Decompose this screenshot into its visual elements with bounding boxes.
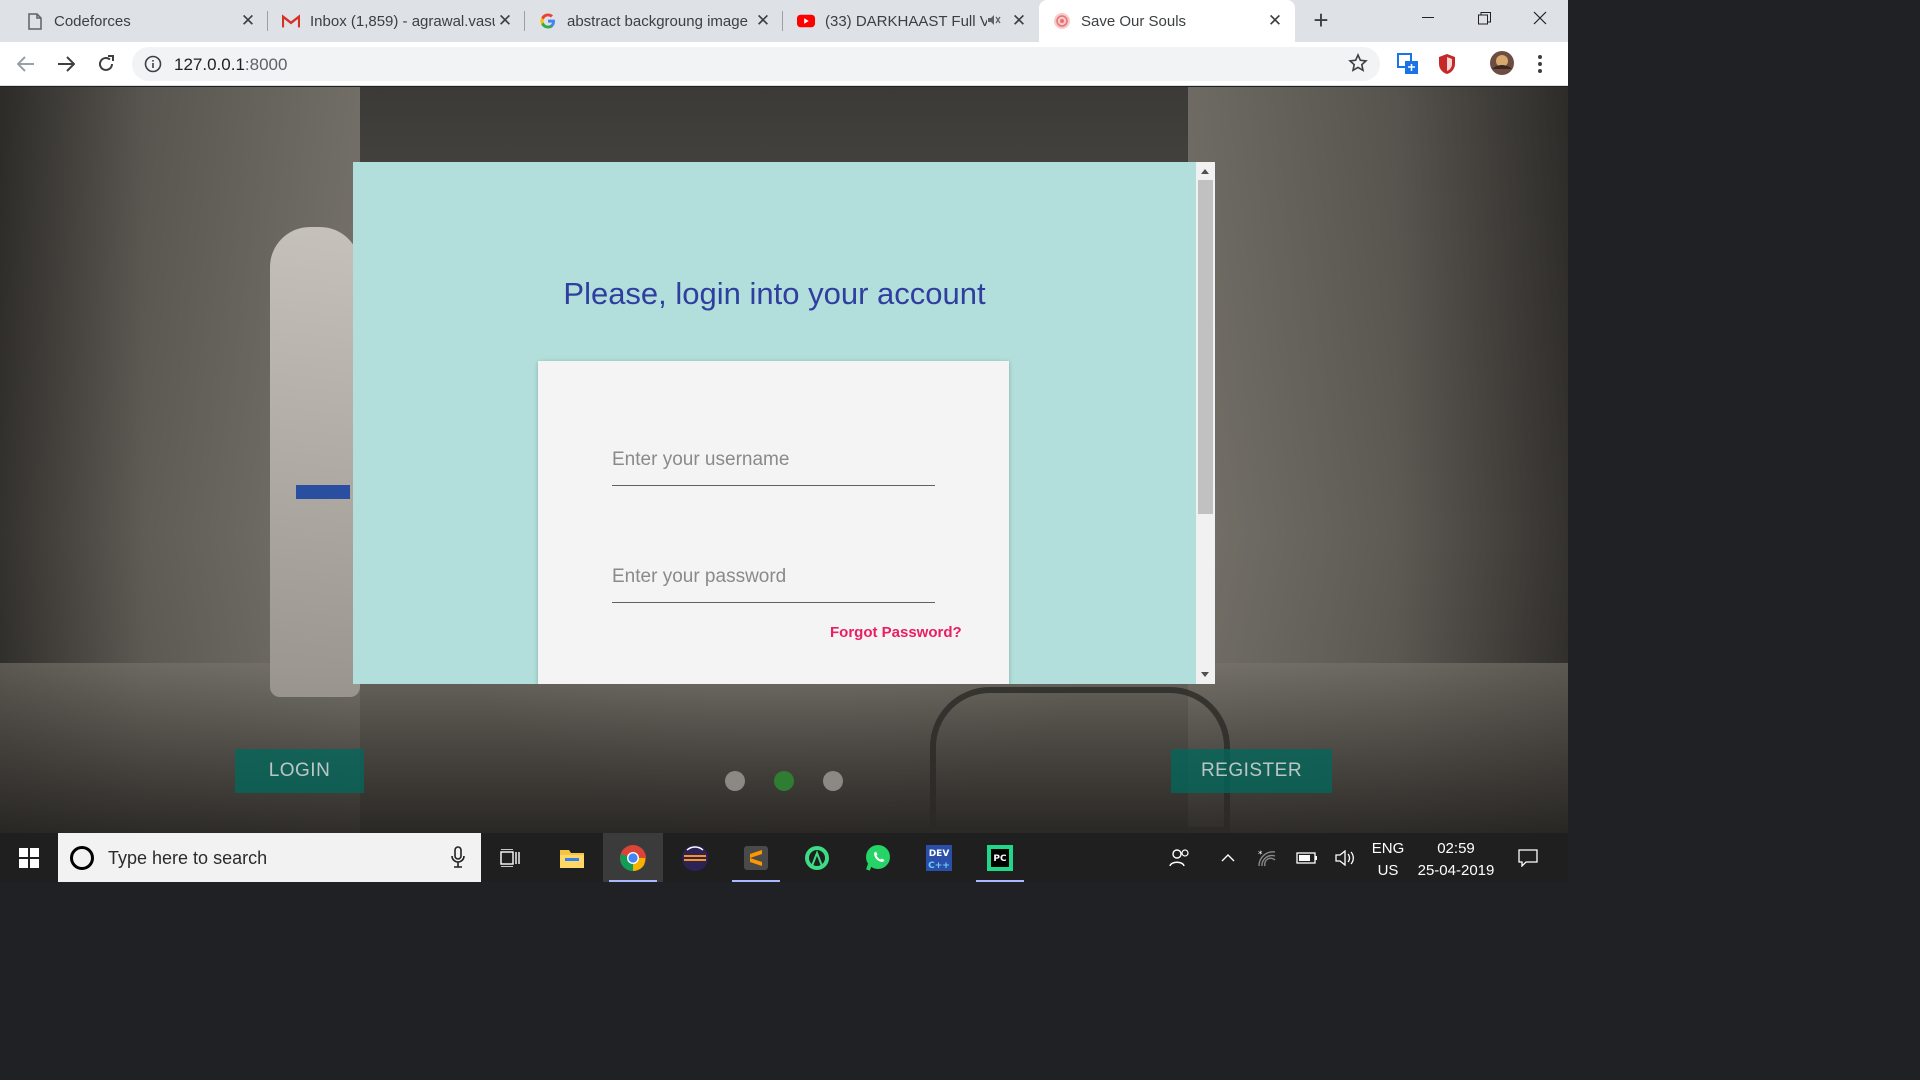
keyboard-region: US (1377, 862, 1399, 879)
google-icon (539, 12, 557, 30)
carousel-dot-2-active[interactable] (774, 771, 794, 791)
svg-text:*: * (1258, 850, 1263, 860)
url-text: 127.0.0.1:8000 (174, 55, 287, 75)
microphone-icon[interactable] (451, 846, 465, 873)
new-tab-icon[interactable]: + (1308, 7, 1334, 34)
scroll-down-arrow-icon[interactable] (1201, 672, 1209, 677)
restore-icon[interactable] (1456, 0, 1512, 36)
url-port: :8000 (244, 55, 288, 74)
background-nurse-belt (296, 485, 350, 499)
tab-title: Save Our Souls (1081, 12, 1187, 30)
url-host: 127.0.0.1 (174, 55, 245, 74)
whatsapp-icon[interactable] (848, 833, 908, 882)
close-tab-icon[interactable]: ✕ (1009, 11, 1029, 31)
chrome-taskbar-icon[interactable] (603, 833, 663, 882)
register-button[interactable]: REGISTER (1171, 749, 1332, 793)
cortana-icon (70, 846, 94, 870)
document-icon (26, 12, 44, 30)
password-input[interactable] (612, 551, 935, 603)
youtube-icon (797, 12, 815, 30)
carousel-dot-1[interactable] (725, 771, 745, 791)
tab-save-our-souls[interactable]: Save Our Souls ✕ (1039, 0, 1295, 42)
close-tab-icon[interactable]: ✕ (1265, 11, 1285, 31)
clock-time: 02:59 (1437, 840, 1475, 857)
task-view-icon[interactable] (481, 833, 541, 882)
windows-taskbar: Type here to search DEV C++ PC * ENG US … (0, 833, 1568, 882)
taskbar-search-box[interactable]: Type here to search (58, 833, 481, 882)
tab-title: Inbox (1,859) - agrawal.vasu (310, 12, 495, 30)
tab-codeforces[interactable]: Codeforces ✕ (0, 0, 268, 42)
shield-extension-icon[interactable] (1435, 52, 1459, 76)
language-code: ENG (1371, 840, 1405, 857)
language-indicator[interactable]: ENG US (1366, 838, 1410, 882)
gmail-icon (282, 12, 300, 30)
battery-icon[interactable] (1292, 833, 1322, 882)
tab-gmail[interactable]: Inbox (1,859) - agrawal.vasu ✕ (268, 0, 525, 42)
pycharm-icon[interactable]: PC (970, 833, 1030, 882)
sublime-text-icon[interactable] (726, 833, 786, 882)
forward-icon[interactable] (52, 50, 80, 78)
dev-cpp-icon[interactable]: DEV C++ (909, 833, 969, 882)
svg-text:PC: PC (993, 854, 1007, 864)
clock-date: 25-04-2019 (1417, 862, 1495, 879)
site-icon (1053, 12, 1071, 30)
browser-toolbar: 127.0.0.1:8000 (0, 42, 1568, 86)
show-hidden-icons-chevron-icon[interactable] (1214, 833, 1242, 882)
tab-title: Codeforces (54, 12, 131, 30)
minimize-icon[interactable] (1400, 0, 1456, 36)
close-tab-icon[interactable]: ✕ (238, 11, 258, 31)
address-bar[interactable]: 127.0.0.1:8000 (132, 47, 1380, 81)
close-tab-icon[interactable]: ✕ (495, 11, 515, 31)
taskbar-clock[interactable]: 02:59 25-04-2019 (1414, 838, 1498, 882)
browser-tab-strip: Codeforces ✕ Inbox (1,859) - agrawal.vas… (0, 0, 1568, 42)
forgot-password-link[interactable]: Forgot Password? (830, 624, 962, 641)
carousel-dot-3[interactable] (823, 771, 843, 791)
scroll-up-arrow-icon[interactable] (1201, 169, 1209, 174)
back-icon[interactable] (12, 50, 40, 78)
windows-start-icon[interactable] (0, 833, 58, 882)
file-explorer-icon[interactable] (542, 833, 602, 882)
translate-extension-icon[interactable] (1396, 52, 1420, 76)
android-studio-icon[interactable] (787, 833, 847, 882)
tab-title: (33) DARKHAAST Full V (825, 12, 987, 30)
site-info-icon[interactable] (144, 55, 162, 78)
reload-icon[interactable] (92, 50, 120, 78)
people-icon[interactable] (1164, 833, 1196, 882)
bookmark-star-icon[interactable] (1348, 53, 1368, 78)
action-center-icon[interactable] (1508, 833, 1548, 882)
login-modal: Please, login into your account Forgot P… (353, 162, 1215, 684)
tab-title: abstract backgroung image (567, 12, 748, 30)
login-form-card: Forgot Password? (538, 361, 1009, 684)
profile-avatar[interactable] (1488, 49, 1516, 77)
login-button[interactable]: LOGIN (235, 749, 364, 793)
tab-youtube[interactable]: (33) DARKHAAST Full V ✕ (783, 0, 1039, 42)
username-input[interactable] (612, 434, 935, 486)
close-tab-icon[interactable]: ✕ (753, 11, 773, 31)
background-floor (0, 663, 1568, 833)
close-window-icon[interactable] (1512, 0, 1568, 36)
eclipse-icon[interactable] (665, 833, 725, 882)
svg-text:C++: C++ (928, 861, 950, 871)
page-viewport: LOGIN REGISTER Please, login into your a… (0, 87, 1568, 833)
search-placeholder: Type here to search (108, 848, 268, 868)
volume-icon[interactable] (1330, 833, 1360, 882)
menu-kebab-icon[interactable] (1528, 52, 1552, 76)
speaker-icon[interactable] (987, 13, 1001, 30)
modal-title: Please, login into your account (563, 276, 986, 311)
svg-text:DEV: DEV (929, 849, 950, 859)
tab-google-search[interactable]: abstract backgroung image ✕ (525, 0, 783, 42)
wifi-icon[interactable]: * (1252, 833, 1282, 882)
modal-scrollbar[interactable] (1196, 162, 1215, 684)
background-nurse-figure (270, 227, 360, 697)
scrollbar-thumb[interactable] (1198, 180, 1213, 514)
